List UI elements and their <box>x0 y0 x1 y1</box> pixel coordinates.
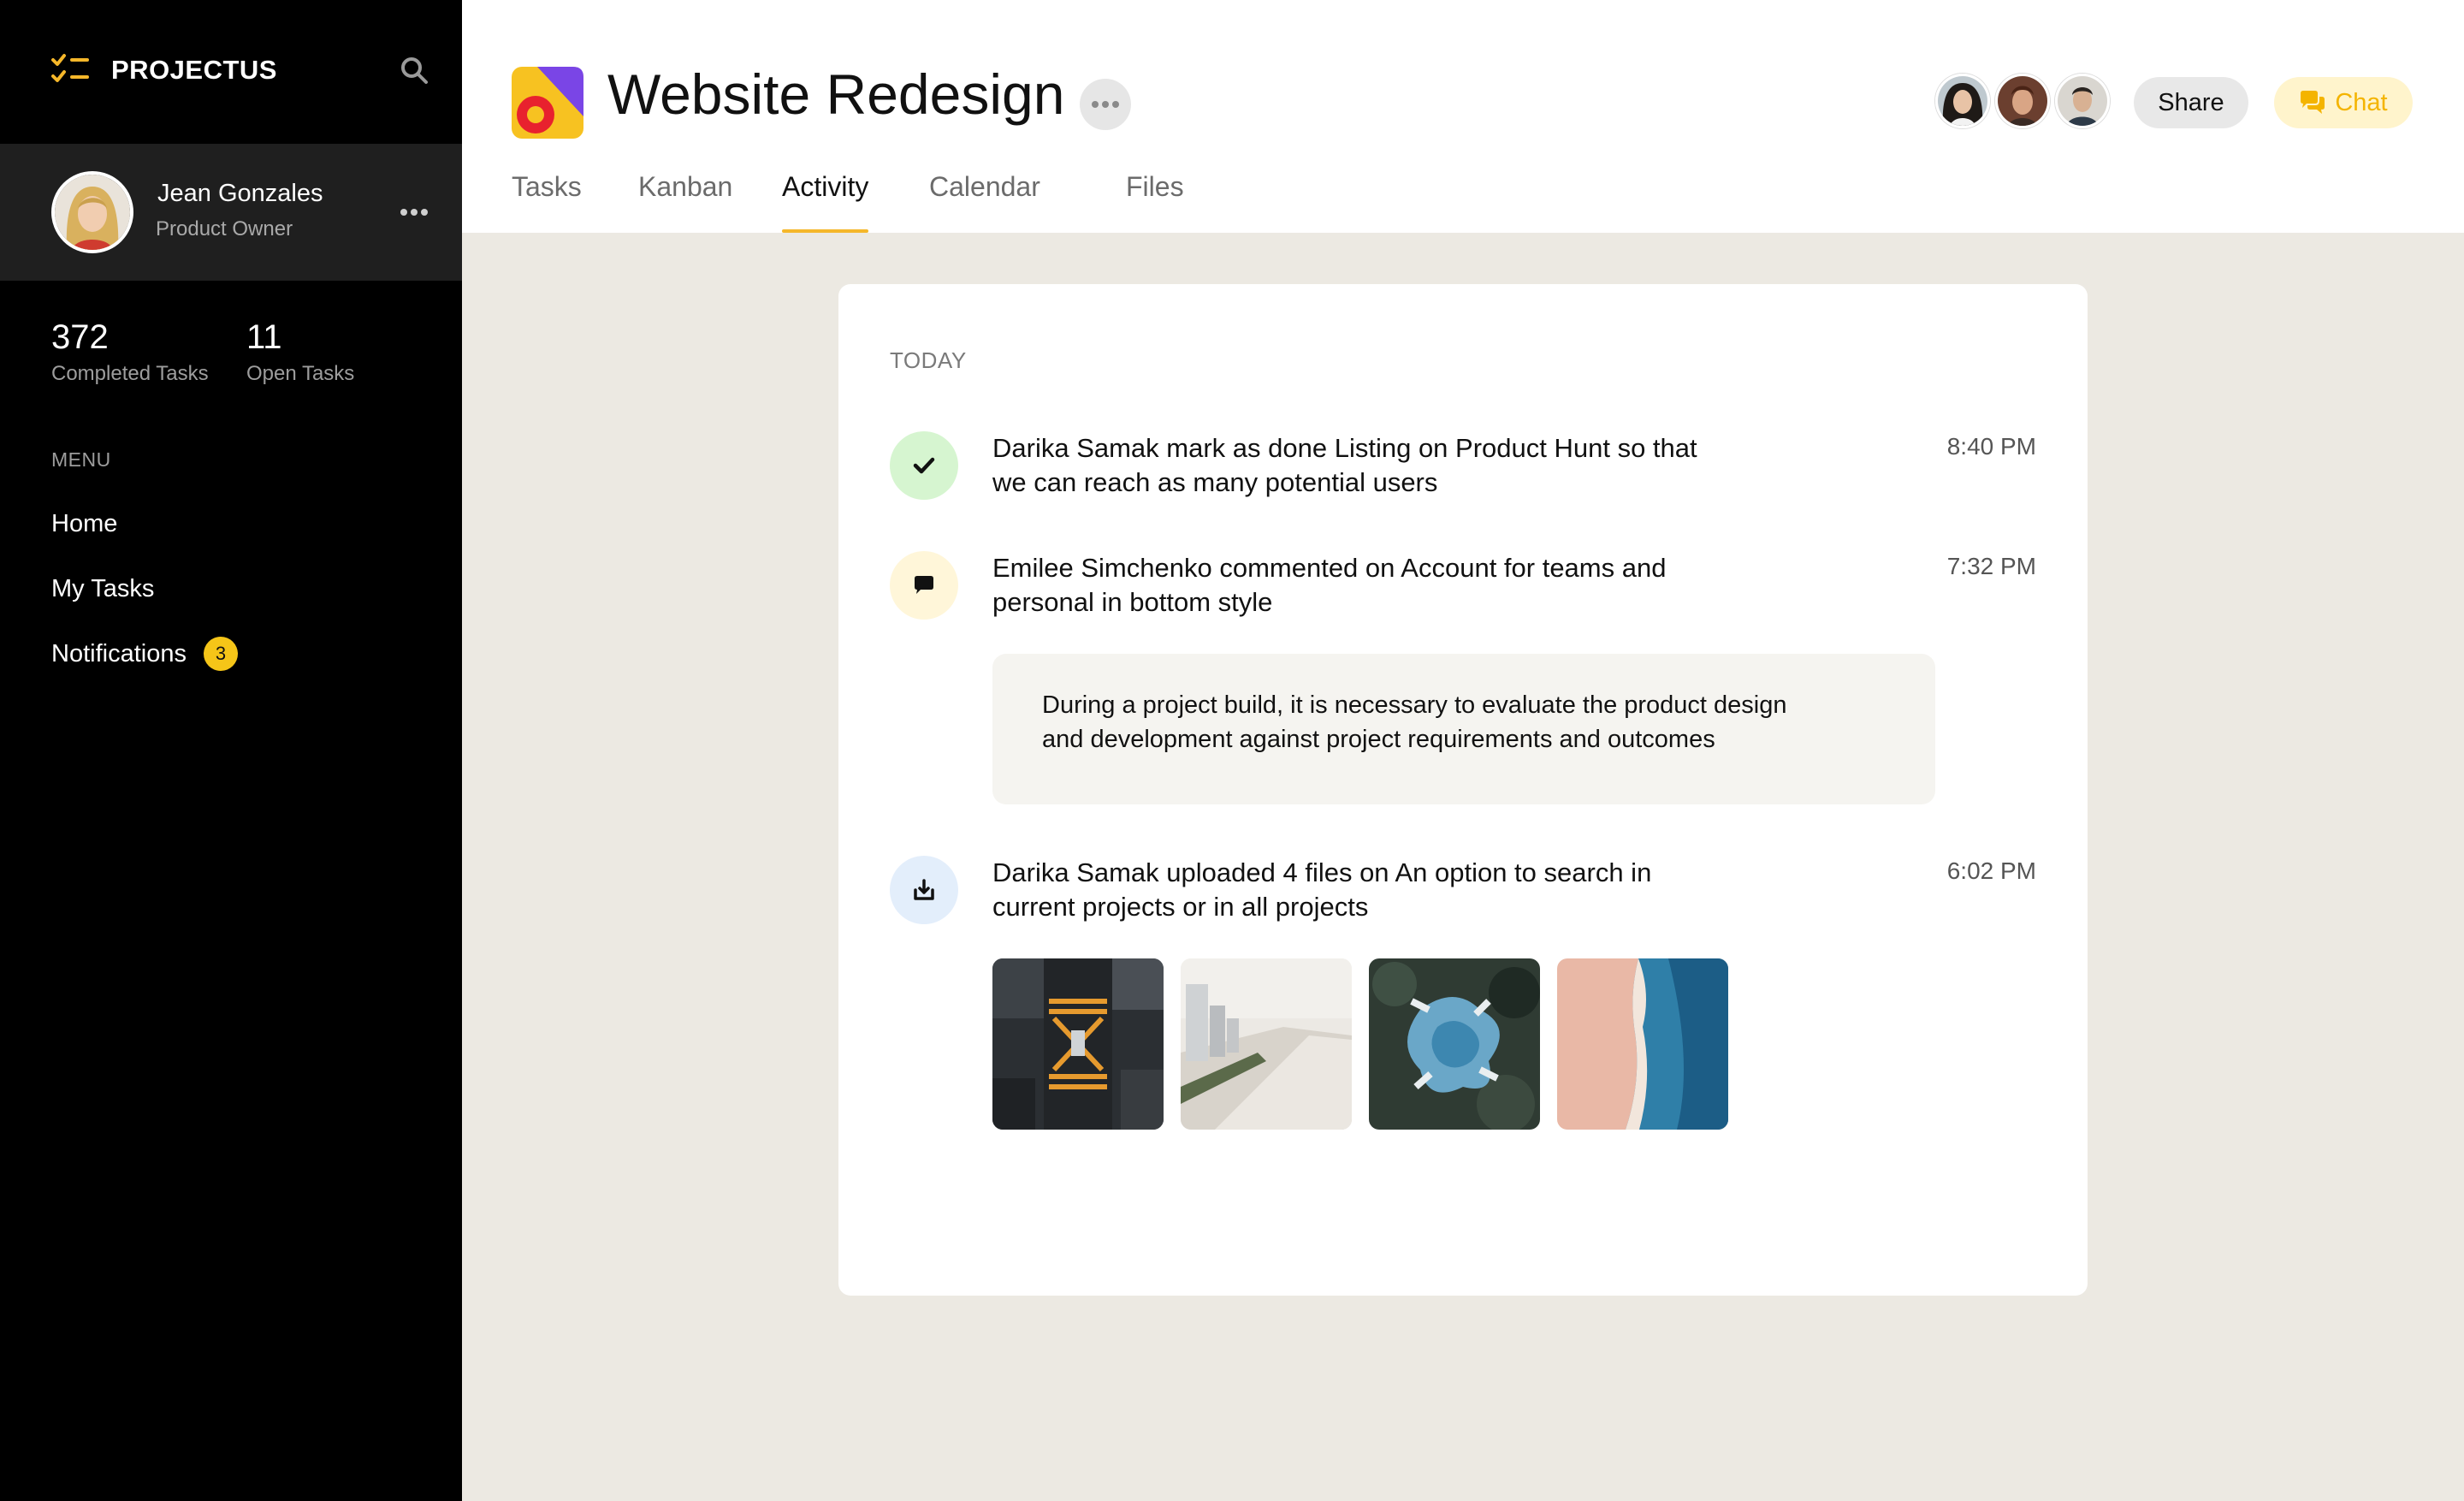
activity-text-line: personal in bottom style <box>992 587 1273 617</box>
activity-text-line: Darika Samak mark as done Listing on Pro… <box>992 433 1697 463</box>
activity-text-line: current projects or in all projects <box>992 892 1369 922</box>
frozen-lake-image <box>1369 958 1540 1130</box>
activity-feed: TODAY Darika Samak mark as done Listing … <box>838 284 2088 1296</box>
project-header: Website Redesign Tasks Kanban Activity C… <box>462 0 2464 233</box>
activity-text: Darika Samak mark as done Listing on Pro… <box>992 431 1780 500</box>
comment-text-line: During a project build, it is necessary … <box>1042 691 1787 719</box>
share-button-label: Share <box>2158 88 2224 116</box>
file-thumbnail[interactable] <box>1181 958 1352 1130</box>
member-avatar[interactable] <box>1935 74 1990 128</box>
stat-value: 372 <box>51 318 109 356</box>
tab-calendar[interactable]: Calendar <box>929 171 1040 233</box>
completed-tasks-stat: 372 Completed Tasks <box>51 318 209 386</box>
project-title: Website Redesign <box>607 62 1065 126</box>
activity-icon-comment <box>890 551 958 620</box>
activity-text-line: Emilee Simchenko commented on Account fo… <box>992 553 1667 583</box>
day-heading: TODAY <box>890 347 967 373</box>
sidebar: PROJECTUS Jean Gonzales Product Owner 37… <box>0 0 462 1501</box>
activity-icon-done <box>890 431 958 500</box>
notification-count-badge: 3 <box>203 637 238 671</box>
tab-kanban[interactable]: Kanban <box>638 171 732 233</box>
menu-item-label: My Tasks <box>51 575 155 602</box>
project-options-button[interactable] <box>1080 79 1131 130</box>
beach-city-image <box>1181 958 1352 1130</box>
stat-label: Open Tasks <box>246 362 355 385</box>
user-avatar-image <box>55 175 130 250</box>
aerial-intersection-image <box>992 958 1164 1130</box>
open-tasks-stat: 11 Open Tasks <box>246 318 354 386</box>
tab-tasks[interactable]: Tasks <box>512 171 582 233</box>
user-role: Product Owner <box>156 217 293 240</box>
comment-quote: During a project build, it is necessary … <box>992 654 1935 804</box>
user-profile[interactable]: Jean Gonzales Product Owner <box>0 144 462 281</box>
check-icon <box>913 457 935 474</box>
tab-activity[interactable]: Activity <box>782 171 869 233</box>
member-avatar[interactable] <box>1995 74 2050 128</box>
activity-time: 8:40 PM <box>1946 433 2036 460</box>
member-avatar-image <box>1938 76 1987 126</box>
member-avatar-image <box>1998 76 2047 126</box>
app-name: PROJECTUS <box>111 55 277 85</box>
chat-bubbles-icon <box>2301 91 2325 114</box>
comment-icon <box>915 576 933 594</box>
activity-text-line: we can reach as many potential users <box>992 467 1438 497</box>
menu-item-home[interactable]: Home <box>51 510 117 538</box>
activity-time: 7:32 PM <box>1946 553 2036 579</box>
menu-item-my-tasks[interactable]: My Tasks <box>51 575 154 603</box>
stat-label: Completed Tasks <box>51 362 209 385</box>
member-avatar-image <box>2058 76 2107 126</box>
tab-files[interactable]: Files <box>1126 171 1184 233</box>
file-thumbnail[interactable] <box>1369 958 1540 1130</box>
stat-value: 11 <box>246 318 282 356</box>
file-thumbnail[interactable] <box>1557 958 1728 1130</box>
uploaded-files <box>992 958 1745 1130</box>
activity-text: Darika Samak uploaded 4 files on An opti… <box>992 856 1780 924</box>
activity-icon-upload <box>890 856 958 924</box>
checklist-logo-icon <box>51 54 89 82</box>
menu-item-label: Home <box>51 510 118 537</box>
activity-text: Emilee Simchenko commented on Account fo… <box>992 551 1780 620</box>
aerial-shoreline-image <box>1557 958 1728 1130</box>
menu-heading: MENU <box>51 448 111 471</box>
user-name: Jean Gonzales <box>157 180 323 207</box>
file-thumbnail[interactable] <box>992 958 1164 1130</box>
chat-button[interactable]: Chat <box>2274 77 2413 128</box>
more-options-icon <box>1092 101 1119 108</box>
project-members <box>1935 74 2115 128</box>
chat-button-label: Chat <box>2335 88 2388 116</box>
project-logo-icon <box>512 67 583 139</box>
activity-time: 6:02 PM <box>1946 857 2036 884</box>
share-button[interactable]: Share <box>2134 77 2248 128</box>
menu-item-notifications[interactable]: Notifications 3 <box>51 637 238 671</box>
more-options-icon[interactable] <box>397 197 431 228</box>
comment-text-line: and development against project requirem… <box>1042 726 1715 753</box>
member-avatar[interactable] <box>2055 74 2110 128</box>
upload-icon <box>914 879 934 900</box>
activity-text-line: Darika Samak uploaded 4 files on An opti… <box>992 857 1652 887</box>
search-icon[interactable] <box>399 55 429 86</box>
user-avatar[interactable] <box>51 171 133 253</box>
menu-item-label: Notifications <box>51 639 187 667</box>
brand[interactable]: PROJECTUS <box>51 53 277 87</box>
